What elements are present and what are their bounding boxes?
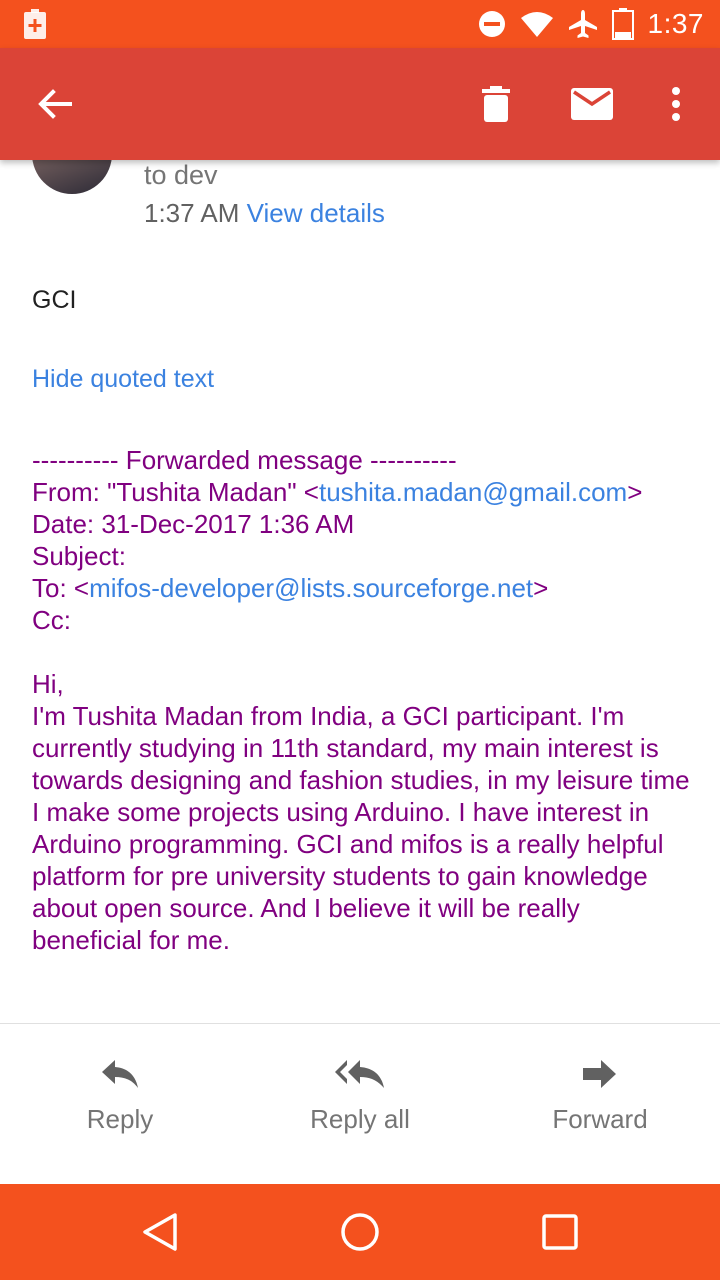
quoted-body-text: I'm Tushita Madan from India, a GCI part… [32, 701, 690, 955]
to-close: > [533, 573, 549, 603]
recipient-line[interactable]: to dev [144, 160, 218, 191]
to-email-link[interactable]: mifos-developer@lists.sourceforge.net [89, 573, 533, 603]
delete-icon[interactable] [468, 76, 524, 132]
reply-icon [101, 1052, 139, 1096]
more-vert-icon[interactable] [656, 76, 696, 132]
reply-button[interactable]: Reply [0, 1052, 240, 1162]
to-line: To: <mifos-developer@lists.sourceforge.n… [32, 572, 692, 604]
status-bar: 1:37 [0, 0, 720, 48]
message-actions: Reply Reply all Forward [0, 1024, 720, 1184]
airplane-mode-icon [568, 9, 598, 39]
system-nav-bar [0, 1184, 720, 1280]
reply-all-label: Reply all [310, 1104, 410, 1134]
from-line: From: "Tushita Madan" <tushita.madan@gma… [32, 476, 692, 508]
from-label: From: "Tushita Madan" < [32, 477, 319, 507]
message-time: 1:37 AM [144, 198, 240, 228]
hide-quoted-text-link[interactable]: Hide quoted text [32, 365, 214, 394]
nav-back-icon[interactable] [132, 1204, 188, 1260]
date-line: Date: 31-Dec-2017 1:36 AM [32, 509, 355, 539]
mail-icon[interactable] [564, 76, 620, 132]
reply-all-icon [335, 1052, 385, 1096]
greeting-line: Hi, [32, 669, 64, 699]
do-not-disturb-icon [478, 10, 506, 38]
to-label: To: < [32, 573, 90, 603]
forward-icon [583, 1052, 617, 1096]
reply-all-button[interactable]: Reply all [240, 1052, 480, 1162]
back-arrow-icon[interactable] [26, 76, 82, 132]
message-content: to dev 1:37 AM View details GCI Hide quo… [0, 160, 720, 1024]
app-toolbar [0, 48, 720, 160]
forwarded-header: ---------- Forwarded message ---------- [32, 445, 457, 475]
subject-line: Subject: [32, 541, 126, 571]
cc-line: Cc: [32, 605, 71, 635]
forward-label: Forward [552, 1104, 648, 1134]
from-close: > [627, 477, 643, 507]
view-details-link[interactable]: View details [247, 198, 385, 228]
nav-recents-icon[interactable] [532, 1204, 588, 1260]
status-time: 1:37 [647, 8, 704, 39]
wifi-icon [520, 10, 554, 38]
sender-avatar[interactable] [32, 160, 112, 194]
from-email-link[interactable]: tushita.madan@gmail.com [319, 477, 627, 507]
message-body: GCI [32, 286, 77, 314]
battery-saver-icon [24, 9, 46, 39]
message-time-row: 1:37 AM View details [144, 198, 385, 229]
reply-label: Reply [86, 1104, 154, 1134]
battery-icon [611, 8, 634, 40]
nav-home-icon[interactable] [332, 1204, 388, 1260]
quoted-message: ---------- Forwarded message ---------- … [32, 444, 692, 956]
forward-button[interactable]: Forward [480, 1052, 720, 1162]
